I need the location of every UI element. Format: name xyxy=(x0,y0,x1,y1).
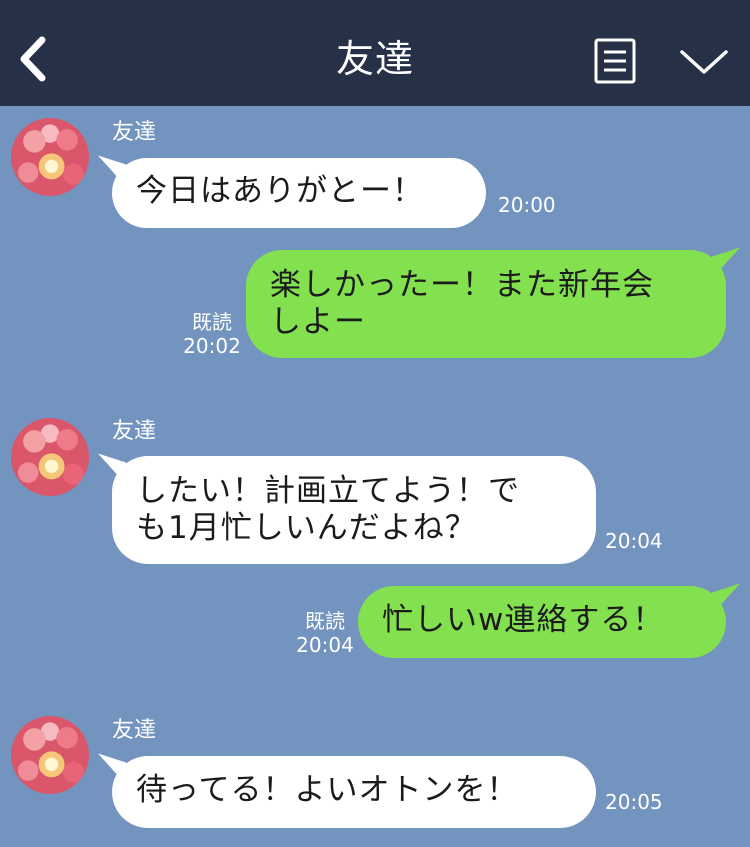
sender-name: 友達 xyxy=(112,718,157,743)
bubble-tail xyxy=(98,753,126,785)
message-text-line: 今日はありがとー！ xyxy=(136,173,424,209)
menu-button[interactable] xyxy=(594,38,636,84)
message-time: 20:05 xyxy=(605,790,663,814)
read-label: 既読 xyxy=(305,609,345,633)
menu-icon xyxy=(594,38,636,84)
avatar[interactable] xyxy=(11,716,89,794)
read-label: 既読 xyxy=(192,310,232,334)
outgoing-message-bubble[interactable]: 楽しかったー！また新年会 しよー xyxy=(246,247,740,358)
message-text-line: も1月忙しいんだよね？ xyxy=(136,510,477,546)
message-time: 20:04 xyxy=(296,633,354,657)
more-options-button[interactable] xyxy=(678,44,730,80)
avatar[interactable] xyxy=(11,118,89,196)
message-text-line: 待ってる！よいオトンを！ xyxy=(136,772,519,808)
bubble-tail xyxy=(98,453,126,485)
avatar[interactable] xyxy=(11,418,89,496)
bubble-tail xyxy=(712,583,740,615)
chat-title: 友達 xyxy=(335,37,414,81)
sender-name: 友達 xyxy=(112,419,157,444)
read-receipt: 既読 20:04 xyxy=(295,609,355,657)
read-receipt: 既読 20:02 xyxy=(182,310,242,358)
message-text-line: 楽しかったー！また新年会 xyxy=(270,267,654,303)
bubble-tail xyxy=(98,155,126,187)
message-time: 20:00 xyxy=(498,193,556,217)
chevron-down-icon xyxy=(680,50,728,74)
message-text-line: しよー xyxy=(270,304,366,340)
incoming-message-bubble[interactable]: 待ってる！よいオトンを！ xyxy=(98,753,596,828)
incoming-message-bubble[interactable]: 今日はありがとー！ xyxy=(98,155,486,228)
chat-header: 友達 xyxy=(0,0,750,106)
message-text-line: 忙しいw連絡する！ xyxy=(382,602,665,638)
message-time: 20:02 xyxy=(183,334,241,358)
message-text-line: したい！計画立てよう！で xyxy=(136,473,520,509)
bubble-tail xyxy=(712,247,740,279)
message-time: 20:04 xyxy=(605,529,663,553)
incoming-message-bubble[interactable]: したい！計画立てよう！で も1月忙しいんだよね？ xyxy=(98,453,596,564)
outgoing-message-bubble[interactable]: 忙しいw連絡する！ xyxy=(358,583,740,658)
sender-name: 友達 xyxy=(112,120,157,145)
